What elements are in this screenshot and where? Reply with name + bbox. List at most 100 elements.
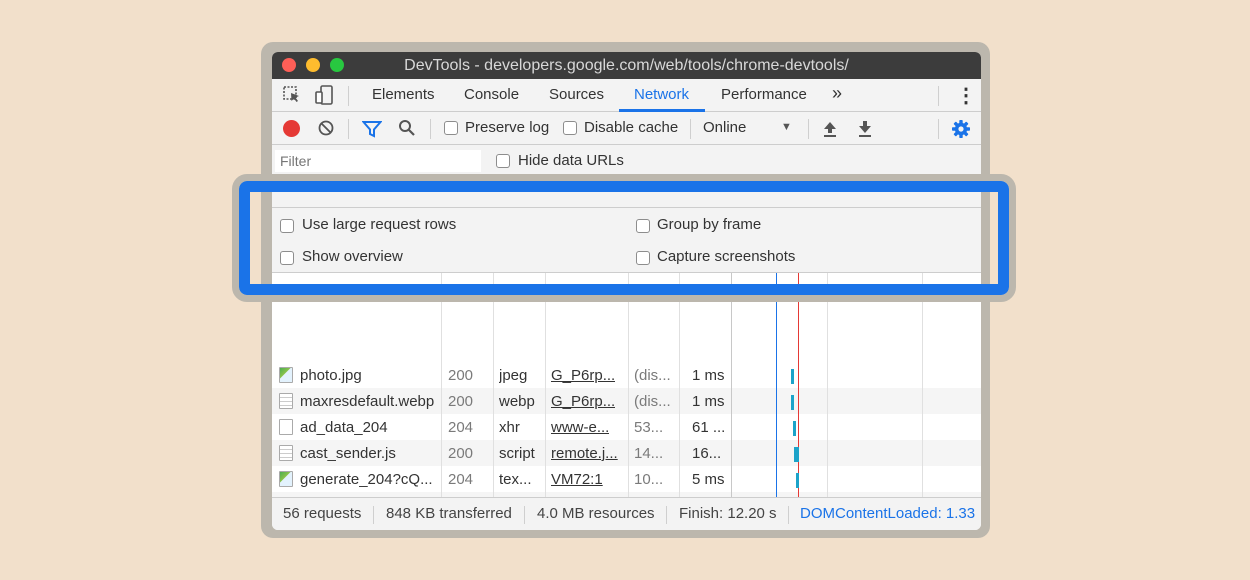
- size-cell: (dis...: [634, 367, 671, 384]
- settings-highlight-box: [232, 174, 1016, 302]
- image-file-icon: [279, 471, 293, 487]
- more-options-icon[interactable]: ⋮: [956, 83, 976, 108]
- network-toolbar: Preserve log Disable cache Online ▼: [272, 112, 981, 145]
- tab-network[interactable]: Network: [634, 86, 689, 103]
- waterfall-bar: [793, 421, 796, 436]
- status-cell: 200: [448, 367, 474, 384]
- status-divider: [524, 506, 525, 524]
- status-divider: [666, 506, 667, 524]
- filter-bar: Hide data URLs: [272, 145, 981, 179]
- export-har-icon[interactable]: [857, 120, 873, 138]
- dom-content-loaded-time: DOMContentLoaded: 1.33: [800, 505, 976, 522]
- size-cell: 53...: [634, 419, 664, 436]
- chevron-down-icon[interactable]: ▼: [781, 121, 792, 133]
- document-file-icon: [279, 393, 293, 409]
- gear-icon[interactable]: [951, 119, 971, 139]
- waterfall-gridline: [922, 273, 923, 497]
- device-toolbar-icon[interactable]: [314, 85, 334, 105]
- hide-data-urls-checkbox[interactable]: [496, 154, 510, 168]
- tab-console[interactable]: Console: [464, 86, 519, 103]
- status-divider: [788, 506, 789, 524]
- waterfall-bar: [794, 447, 799, 462]
- window-title: DevTools - developers.google.com/web/too…: [404, 57, 849, 74]
- name-cell: cast_sender.js: [300, 445, 396, 462]
- record-icon[interactable]: [283, 120, 300, 137]
- tab-performance[interactable]: Performance: [721, 86, 807, 103]
- type-cell: script: [499, 445, 535, 462]
- preserve-log-checkbox[interactable]: [444, 121, 458, 135]
- panel-tab-bar: Elements Console Sources Network Perform…: [272, 79, 981, 112]
- request-row[interactable]: maxresdefault.webp 200 webp G_P6rp... (dis..…: [272, 388, 981, 414]
- waterfall-bar: [791, 395, 794, 410]
- load-event-line: [798, 273, 799, 497]
- tab-sources[interactable]: Sources: [549, 86, 604, 103]
- size-cell: (dis...: [634, 393, 671, 410]
- script-file-icon: [279, 445, 293, 461]
- status-cell: 204: [448, 419, 474, 436]
- name-cell: ad_data_204: [300, 419, 388, 436]
- name-cell: generate_204?cQ...: [300, 471, 433, 488]
- request-count: 56 requests: [283, 505, 362, 522]
- toolbar-divider: [690, 119, 691, 139]
- toolbar-divider: [430, 119, 431, 139]
- request-row[interactable]: generate_204?cQ... 204 tex... VM72:1 10... 5 …: [272, 466, 981, 492]
- filter-input[interactable]: [275, 150, 481, 172]
- type-cell: tex...: [499, 471, 532, 488]
- column-divider: [493, 273, 494, 497]
- import-har-icon[interactable]: [822, 120, 838, 138]
- preserve-log-label: Preserve log: [465, 119, 550, 136]
- size-cell: 14...: [634, 445, 664, 462]
- column-divider: [441, 273, 442, 497]
- disable-cache-checkbox[interactable]: [563, 121, 577, 135]
- time-cell: 1 ms: [692, 393, 725, 410]
- disable-cache-label: Disable cache: [584, 119, 679, 136]
- tab-bar-divider: [938, 86, 939, 106]
- request-table: photo.jpg 200 jpeg G_P6rp... (dis... 1 ms maxr…: [272, 273, 981, 530]
- request-row[interactable]: photo.jpg 200 jpeg G_P6rp... (dis... 1 ms: [272, 362, 981, 388]
- status-cell: 200: [448, 393, 474, 410]
- initiator-cell[interactable]: VM72:1: [551, 471, 603, 488]
- toolbar-divider: [938, 119, 939, 139]
- column-divider: [545, 273, 546, 497]
- status-cell: 204: [448, 471, 474, 488]
- hide-data-urls-label: Hide data URLs: [518, 152, 624, 169]
- time-cell: 16...: [692, 445, 722, 462]
- inspect-element-icon[interactable]: [282, 85, 302, 105]
- image-file-icon: [279, 367, 293, 383]
- column-divider: [679, 273, 680, 497]
- column-divider: [731, 273, 732, 497]
- size-cell: 10...: [634, 471, 664, 488]
- time-cell: 5 ms: [692, 471, 725, 488]
- request-row[interactable]: ad_data_204 204 xhr www-e... 53... 61 ...: [272, 414, 981, 440]
- tab-elements[interactable]: Elements: [372, 86, 435, 103]
- type-cell: jpeg: [499, 367, 528, 384]
- throttling-select[interactable]: Online: [703, 119, 746, 136]
- status-divider: [373, 506, 374, 524]
- toolbar-divider: [348, 119, 349, 139]
- finish-time: Finish: 12.20 s: [679, 505, 777, 522]
- search-icon[interactable]: [398, 119, 416, 137]
- column-divider: [628, 273, 629, 497]
- name-cell: maxresdefault.webp: [300, 393, 435, 410]
- title-bar: DevTools - developers.google.com/web/too…: [272, 52, 981, 79]
- resources-size: 4.0 MB resources: [537, 505, 655, 522]
- time-cell: 1 ms: [692, 367, 725, 384]
- filter-icon[interactable]: [361, 120, 383, 138]
- type-cell: webp: [499, 393, 535, 410]
- toolbar-divider: [808, 119, 809, 139]
- initiator-cell[interactable]: G_P6rp...: [551, 393, 615, 410]
- type-cell: xhr: [499, 419, 520, 436]
- request-row[interactable]: cast_sender.js 200 script remote.j... 14... 1…: [272, 440, 981, 466]
- initiator-cell[interactable]: remote.j...: [551, 445, 618, 462]
- clear-icon[interactable]: [318, 120, 334, 136]
- waterfall-bar: [791, 369, 794, 384]
- initiator-cell[interactable]: www-e...: [551, 419, 609, 436]
- status-cell: 200: [448, 445, 474, 462]
- initiator-cell[interactable]: G_P6rp...: [551, 367, 615, 384]
- waterfall-bar: [796, 473, 799, 488]
- more-tabs-icon[interactable]: »: [832, 83, 842, 104]
- time-cell: 61 ...: [692, 419, 726, 436]
- dom-content-loaded-line: [776, 273, 777, 497]
- tab-bar-divider: [348, 86, 349, 106]
- status-bar: 56 requests 848 KB transferred 4.0 MB re…: [272, 497, 981, 530]
